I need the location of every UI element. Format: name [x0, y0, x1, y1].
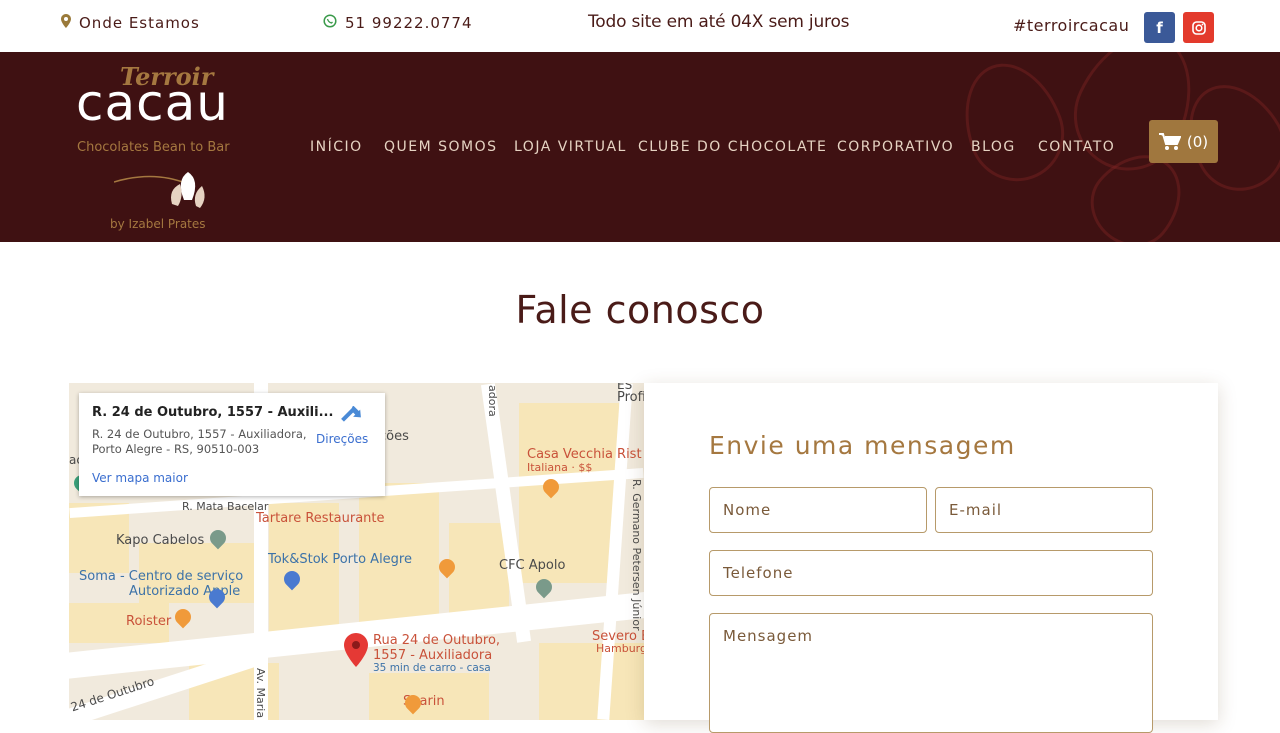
facebook-icon[interactable]: f	[1144, 12, 1175, 43]
message-field-wrapper	[709, 613, 1153, 733]
phone-link[interactable]: 51 99222.0774	[323, 14, 473, 32]
cacao-leaf-decoration	[947, 52, 1078, 195]
map-label: Soma - Centro de serviço	[79, 569, 244, 584]
nav-item-loja-virtual[interactable]: LOJA VIRTUAL	[514, 139, 627, 155]
map-card-title: R. 24 de Outubro, 1557 - Auxili...	[92, 405, 334, 420]
directions-icon[interactable]	[341, 406, 361, 426]
nav-item-quem-somos[interactable]: QUEM SOMOS	[384, 139, 498, 155]
page-title: Fale conosco	[515, 288, 765, 332]
promo-text: Todo site em até 04X sem juros	[588, 12, 850, 32]
nav-item-inicio[interactable]: INÍCIO	[310, 139, 363, 155]
facebook-glyph: f	[1156, 18, 1163, 37]
message-field[interactable]	[710, 614, 1152, 732]
contact-form: Envie uma mensagem	[644, 383, 1218, 733]
phone-field-wrapper	[709, 550, 1153, 596]
cacao-pod-icon	[114, 172, 205, 208]
map-label: Tartare Restaurante	[256, 511, 385, 526]
map-marker-sublabel: 35 min de carro - casa	[373, 662, 491, 674]
form-title: Envie uma mensagem	[709, 431, 1016, 460]
map-street-label: R. Germano Petersen Júnior	[630, 479, 643, 631]
map-label: CFC Apolo	[499, 558, 566, 573]
map-label: Kapo Cabelos	[116, 533, 205, 548]
nav-item-clube-do-chocolate[interactable]: CLUBE DO CHOCOLATE	[638, 139, 827, 155]
cart-count: (0)	[1186, 132, 1209, 151]
name-field[interactable]	[710, 488, 926, 532]
map-label: Profissio	[617, 390, 644, 405]
map-block	[519, 403, 619, 583]
map-street-label: Av. Maria	[254, 668, 267, 719]
email-field[interactable]	[936, 488, 1152, 532]
whatsapp-icon	[323, 14, 337, 32]
instagram-icon[interactable]	[1183, 12, 1214, 43]
phone-number: 51 99222.0774	[345, 14, 473, 32]
location-link[interactable]: Onde Estamos	[61, 14, 200, 32]
cart-button[interactable]: (0)	[1149, 120, 1218, 163]
map-label: Tok&Stok Porto Alegre	[268, 552, 412, 567]
top-bar: Onde Estamos 51 99222.0774 Todo site em …	[0, 0, 1280, 52]
logo-cacau: cacau	[76, 74, 229, 132]
map-card-address: Porto Alegre - RS, 90510-003	[92, 442, 260, 456]
cart-icon	[1158, 132, 1181, 150]
google-map[interactable]: ES Profissio ções adora Casa Vecchia Ris…	[69, 383, 644, 720]
nav-item-contato[interactable]: CONTATO	[1038, 139, 1115, 155]
larger-map-link[interactable]: Ver mapa maior	[92, 471, 188, 485]
email-field-wrapper	[935, 487, 1153, 533]
map-marker-label: Rua 24 de Outubro,	[373, 633, 501, 648]
map-info-card: R. 24 de Outubro, 1557 - Auxili... R. 24…	[79, 393, 385, 496]
site-header: Terroir cacau Chocolates Bean to Bar by …	[0, 52, 1280, 242]
nav-item-blog[interactable]: BLOG	[971, 139, 1016, 155]
logo-byline: by Izabel Prates	[110, 217, 206, 231]
map-label: Casa Vecchia Rist	[527, 447, 642, 462]
map-label: adora	[486, 385, 499, 417]
map-label: Italiana · $$	[527, 461, 593, 474]
hashtag[interactable]: #terroircacau	[1013, 16, 1129, 35]
bar-icon[interactable]	[171, 605, 195, 629]
map-marker-label: 1557 - Auxiliadora	[373, 648, 493, 663]
map-label: Hamburg	[596, 642, 644, 655]
site-logo[interactable]: Terroir cacau Chocolates Bean to Bar by …	[76, 62, 246, 237]
location-marker-icon[interactable]	[344, 633, 368, 667]
nav-item-corporativo[interactable]: CORPORATIVO	[837, 139, 954, 155]
map-label: Roister	[126, 614, 172, 629]
phone-field[interactable]	[710, 551, 1152, 595]
map-pin-icon	[61, 14, 71, 32]
location-label: Onde Estamos	[79, 14, 200, 32]
name-field-wrapper	[709, 487, 927, 533]
map-card-address: R. 24 de Outubro, 1557 - Auxiliadora,	[92, 427, 307, 441]
logo-tagline: Chocolates Bean to Bar	[77, 140, 230, 155]
directions-link[interactable]: Direções	[316, 432, 368, 446]
